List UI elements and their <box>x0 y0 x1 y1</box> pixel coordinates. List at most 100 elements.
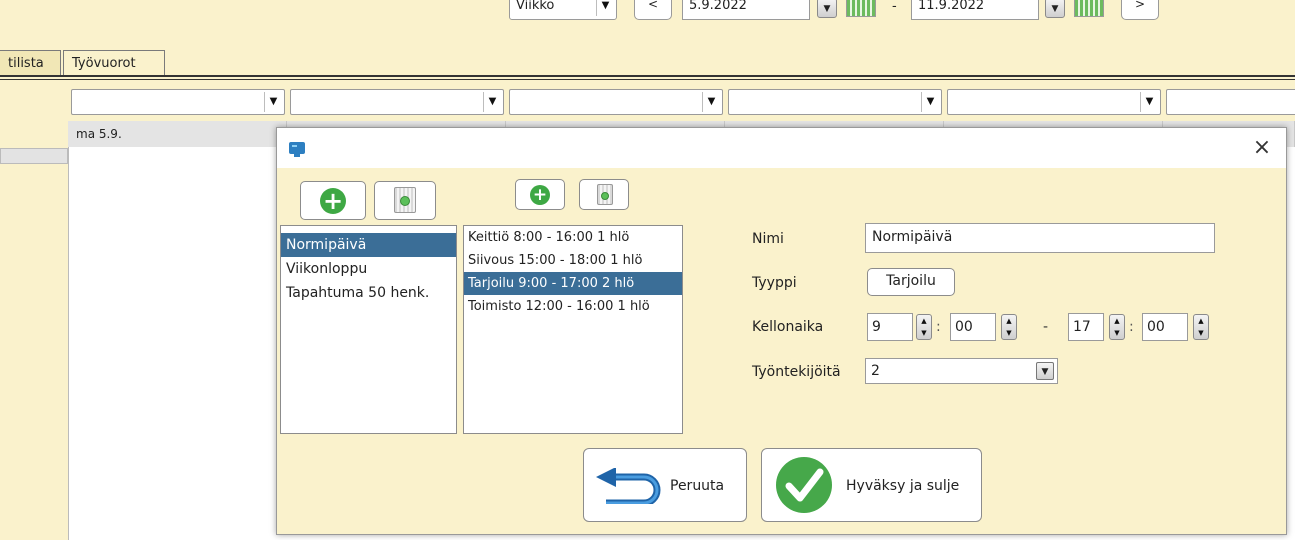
name-label: Nimi <box>752 231 784 247</box>
list-item-label: Keittiö 8:00 - 16:00 1 hlö <box>468 230 630 245</box>
recycle-symbol <box>400 196 410 206</box>
tab-label: Työvuorot <box>72 56 136 71</box>
chevron-down-icon: ▼ <box>702 92 720 112</box>
column-filter-select[interactable]: ▼ <box>728 89 942 115</box>
workers-label: Työntekijöitä <box>752 364 841 380</box>
workers-select-value: 2 <box>871 363 880 379</box>
period-select-value: Viikko <box>516 0 555 13</box>
column-filter-select[interactable]: ▼ <box>947 89 1161 115</box>
app-icon <box>289 142 305 157</box>
undo-arrow-icon <box>596 468 661 504</box>
column-filter-select[interactable]: ▼ <box>71 89 285 115</box>
chevron-down-icon: ▼ <box>483 92 501 112</box>
list-item-label: Normipäivä <box>286 237 367 253</box>
day-column-label: ma 5.9. <box>76 127 122 141</box>
tab-tyovuorot[interactable]: Työvuorot <box>63 50 165 76</box>
calendar-icon[interactable] <box>1074 0 1104 17</box>
start-hour-field[interactable]: 9 <box>867 313 913 341</box>
type-button[interactable]: Tarjoilu <box>867 268 955 296</box>
template-list[interactable]: Normipäivä Viikonloppu Tapahtuma 50 henk… <box>280 225 457 434</box>
start-hour-spinner-icon[interactable]: ▲ ▼ <box>916 314 932 340</box>
end-hour-value: 17 <box>1073 319 1091 335</box>
close-icon: × <box>1252 135 1272 160</box>
delete-template-button[interactable] <box>374 181 436 220</box>
end-date-value: 11.9.2022 <box>918 0 985 13</box>
type-label: Tyyppi <box>752 275 797 291</box>
list-item[interactable]: Tarjoilu 9:00 - 17:00 2 hlö <box>464 272 682 295</box>
dialog-titlebar: × <box>277 128 1286 168</box>
column-filter-select[interactable]: ▼ <box>509 89 723 115</box>
time-separator: : <box>936 319 941 335</box>
add-icon: + <box>530 185 550 205</box>
start-minute-value: 00 <box>955 319 973 335</box>
recycle-symbol <box>601 192 609 200</box>
end-date-field[interactable]: 11.9.2022 <box>911 0 1039 20</box>
cancel-button-label: Peruuta <box>670 478 725 494</box>
list-item[interactable]: Normipäivä <box>281 233 456 257</box>
time-range-separator: - <box>1043 319 1049 335</box>
add-shift-button[interactable]: + <box>515 179 565 210</box>
time-separator: : <box>1129 319 1134 335</box>
name-field-value: Normipäivä <box>872 229 953 245</box>
next-week-label: > <box>1134 0 1146 11</box>
chevron-down-icon: ▼ <box>596 0 614 16</box>
end-minute-value: 00 <box>1147 319 1165 335</box>
toolbar: Viikko ▼ < 5.9.2022 ▼ - 11.9.2022 ▼ > <box>0 0 1295 22</box>
end-hour-field[interactable]: 17 <box>1068 313 1104 341</box>
shift-template-dialog: × + + Normipäivä Viikonloppu Tapahtuma 5… <box>276 127 1287 535</box>
delete-shift-button[interactable] <box>579 179 629 210</box>
list-item-label: Tarjoilu 9:00 - 17:00 2 hlö <box>468 276 635 291</box>
list-item-label: Siivous 15:00 - 18:00 1 hlö <box>468 253 643 268</box>
chevron-down-icon: ▼ <box>264 92 282 112</box>
list-item[interactable]: Siivous 15:00 - 18:00 1 hlö <box>464 249 682 272</box>
recycle-bin-icon <box>394 187 416 213</box>
accept-button-label: Hyväksy ja sulje <box>846 478 960 494</box>
time-label: Kellonaika <box>752 319 824 335</box>
list-item[interactable]: Tapahtuma 50 henk. <box>281 281 456 305</box>
add-template-button[interactable]: + <box>300 181 366 220</box>
name-field[interactable]: Normipäivä <box>865 223 1215 253</box>
checkmark-glyph <box>785 468 824 502</box>
shift-list[interactable]: Keittiö 8:00 - 16:00 1 hlö Siivous 15:00… <box>463 225 683 434</box>
end-minute-spinner-icon[interactable]: ▲ ▼ <box>1193 314 1209 340</box>
start-minute-spinner-icon[interactable]: ▲ ▼ <box>1001 314 1017 340</box>
start-hour-value: 9 <box>872 319 881 335</box>
day-column-header: ma 5.9. <box>68 121 287 147</box>
list-item-label: Toimisto 12:00 - 16:00 1 hlö <box>468 299 650 314</box>
start-minute-field[interactable]: 00 <box>950 313 996 341</box>
start-date-dropdown-icon[interactable]: ▼ <box>817 0 837 18</box>
accept-and-close-button[interactable]: Hyväksy ja sulje <box>761 448 982 522</box>
chevron-down-icon: ▼ <box>1036 362 1054 380</box>
start-date-value: 5.9.2022 <box>689 0 747 13</box>
chevron-down-icon: ▼ <box>921 92 939 112</box>
column-filter-select[interactable]: ▼ <box>290 89 504 115</box>
list-item[interactable]: Keittiö 8:00 - 16:00 1 hlö <box>464 226 682 249</box>
period-select[interactable]: Viikko ▼ <box>509 0 617 20</box>
checkmark-icon <box>776 457 832 513</box>
list-item[interactable]: Viikonloppu <box>281 257 456 281</box>
close-button[interactable]: × <box>1250 134 1274 162</box>
cancel-button[interactable]: Peruuta <box>583 448 747 522</box>
column-filter-select[interactable] <box>1166 89 1295 115</box>
list-item[interactable]: Toimisto 12:00 - 16:00 1 hlö <box>464 295 682 318</box>
list-item-label: Tapahtuma 50 henk. <box>286 285 430 301</box>
date-range-separator: - <box>892 0 897 14</box>
end-minute-field[interactable]: 00 <box>1142 313 1188 341</box>
calendar-icon[interactable] <box>846 0 876 17</box>
schedule-row-header-bar <box>0 148 68 164</box>
tab-divider <box>0 75 1295 80</box>
previous-week-button[interactable]: < <box>634 0 672 20</box>
next-week-button[interactable]: > <box>1121 0 1159 20</box>
tab-tilista[interactable]: tilista <box>0 50 61 76</box>
list-item-label: Viikonloppu <box>286 261 368 277</box>
add-icon: + <box>320 188 346 214</box>
start-date-field[interactable]: 5.9.2022 <box>682 0 810 20</box>
end-hour-spinner-icon[interactable]: ▲ ▼ <box>1109 314 1125 340</box>
tab-label: tilista <box>8 56 44 71</box>
previous-week-label: < <box>647 0 659 11</box>
recycle-bin-icon <box>597 184 613 205</box>
workers-select[interactable]: 2 ▼ <box>865 358 1058 384</box>
end-date-dropdown-icon[interactable]: ▼ <box>1045 0 1065 18</box>
chevron-down-icon: ▼ <box>1140 92 1158 112</box>
type-button-label: Tarjoilu <box>886 273 936 289</box>
